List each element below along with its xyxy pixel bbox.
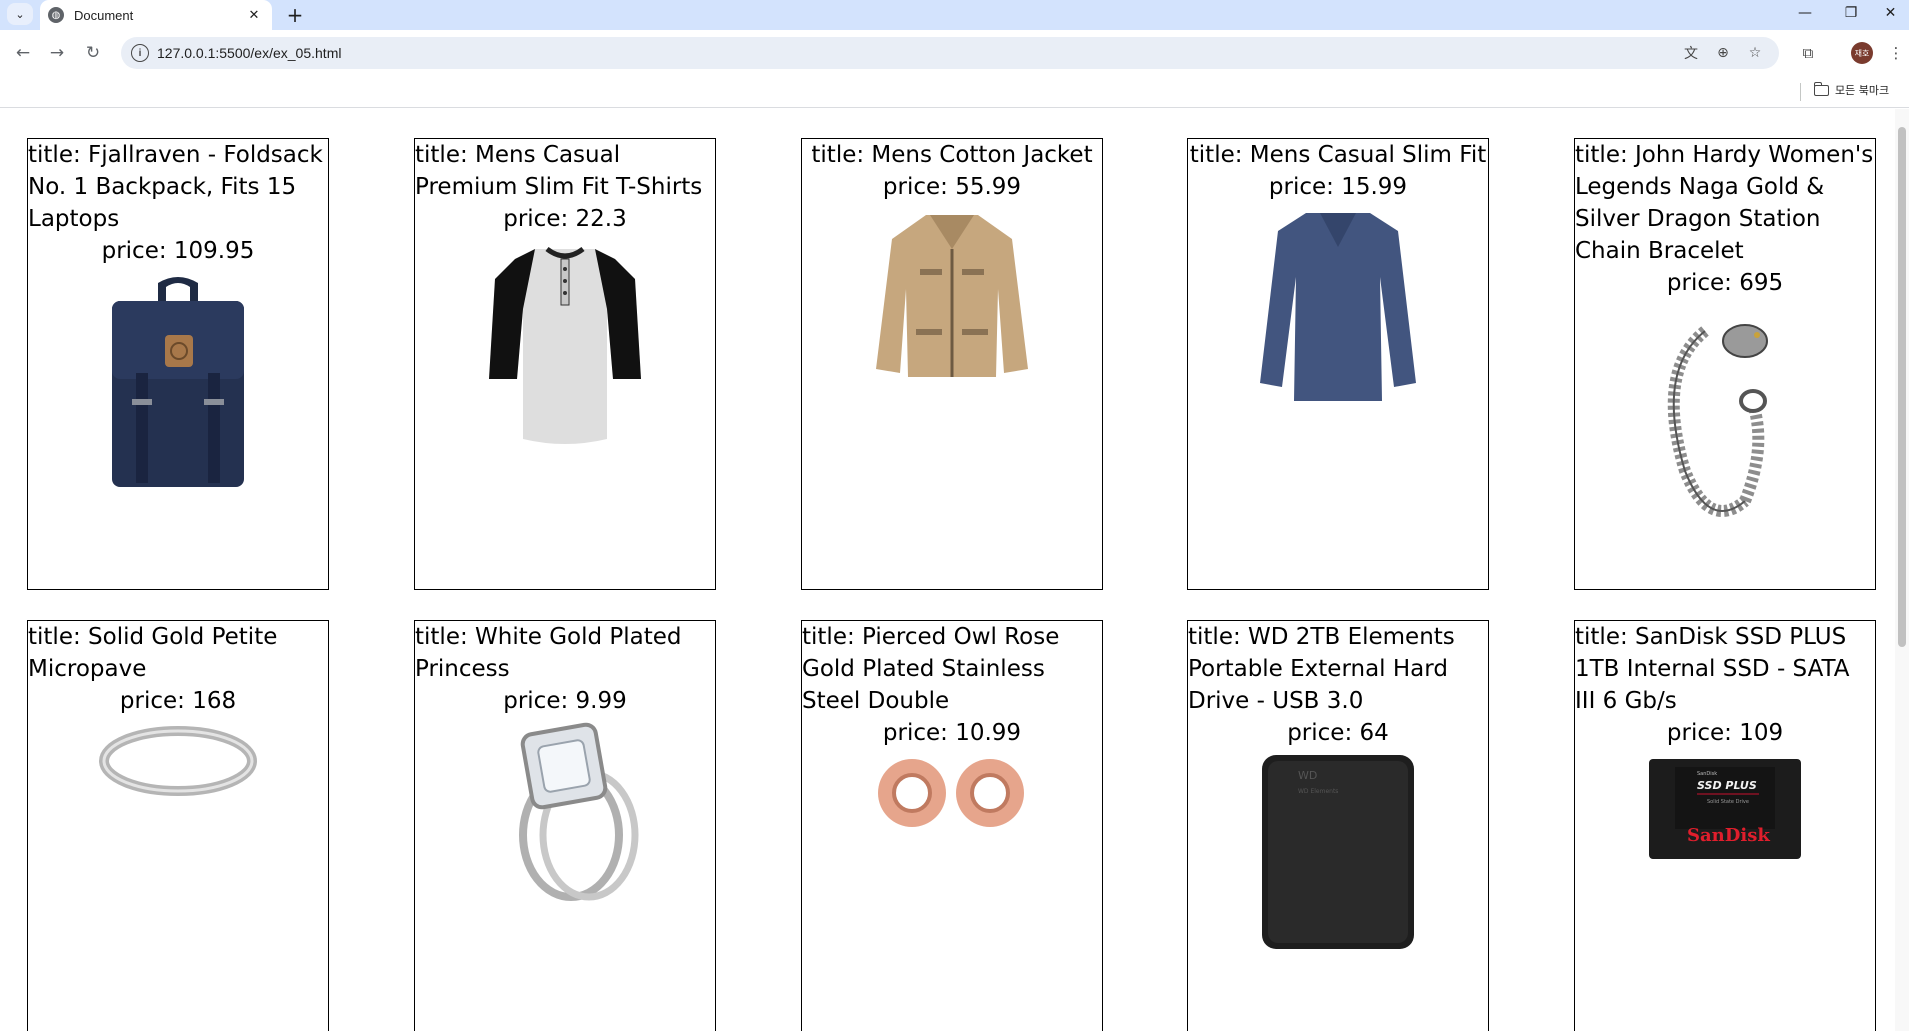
tab-title: Document: [74, 7, 134, 23]
product-price: price: 64: [1287, 720, 1389, 746]
extensions-icon[interactable]: ⧉: [1797, 42, 1819, 64]
site-info-icon[interactable]: i: [131, 44, 149, 62]
arrow-left-icon: ←: [15, 43, 31, 63]
product-card: title: Mens Casual Premium Slim Fit T-Sh…: [414, 138, 716, 590]
page-viewport: title: Fjallraven - Foldsack No. 1 Backp…: [0, 109, 1909, 1031]
product-price: price: 695: [1666, 270, 1784, 296]
product-title: title: Mens Casual Slim Fit: [1189, 142, 1487, 168]
chevron-down-icon: ⌄: [15, 7, 25, 21]
restore-icon: ❐: [1844, 5, 1858, 21]
url-text[interactable]: 127.0.0.1:5500/ex/ex_05.html: [157, 45, 341, 61]
arrow-right-icon: →: [49, 43, 65, 63]
ssd-label-brand-small: SanDisk: [1697, 771, 1717, 777]
product-title: title: Mens Cotton Jacket: [811, 142, 1093, 168]
ring-image: [98, 721, 258, 801]
product-card: title: White Gold Plated Princess price:…: [414, 620, 716, 1031]
all-bookmarks-button[interactable]: 모든 북마크: [1813, 81, 1890, 98]
product-card: title: Solid Gold Petite Micropave price…: [27, 620, 329, 1031]
plus-icon: +: [286, 3, 304, 27]
bookmarks-bar: 모든 북마크: [0, 76, 1909, 108]
bookmark-star-icon[interactable]: ☆: [1745, 43, 1765, 63]
product-title: title: Fjallraven - Foldsack No. 1 Backp…: [28, 142, 323, 232]
product-title: title: Solid Gold Petite Micropave: [28, 624, 278, 682]
close-icon: ✕: [1884, 5, 1897, 21]
product-title: title: Pierced Owl Rose Gold Plated Stai…: [802, 624, 1060, 714]
profile-avatar[interactable]: 재호: [1851, 42, 1873, 64]
new-tab-button[interactable]: +: [282, 2, 308, 28]
ssd-image: SanDisk SSD PLUS Solid State Drive SanDi…: [1645, 753, 1805, 865]
hdd-model-text: WD Elements: [1298, 788, 1338, 795]
product-price: price: 109: [1666, 720, 1784, 746]
vertical-scrollbar[interactable]: [1895, 109, 1909, 1031]
reload-icon: ↻: [85, 43, 101, 63]
translate-icon[interactable]: 文: [1681, 43, 1701, 63]
product-price: price: 109.95: [101, 238, 255, 264]
back-button[interactable]: ←: [11, 41, 35, 65]
product-card: title: Fjallraven - Foldsack No. 1 Backp…: [27, 138, 329, 590]
browser-toolbar: ← → ↻ i 127.0.0.1:5500/ex/ex_05.html 文 ⊕…: [0, 30, 1909, 76]
address-bar[interactable]: i 127.0.0.1:5500/ex/ex_05.html 文 ⊕ ☆: [121, 37, 1779, 69]
menu-icon[interactable]: ⋮: [1885, 42, 1907, 64]
longsleeve-image: [1258, 207, 1418, 407]
tab-search-button[interactable]: ⌄: [7, 3, 33, 25]
folder-icon: [1813, 81, 1829, 96]
scrollbar-thumb[interactable]: [1898, 127, 1906, 647]
backpack-image: [98, 273, 258, 493]
product-price: price: 10.99: [882, 720, 1022, 746]
product-card: title: Mens Casual Slim Fit price: 15.99: [1187, 138, 1489, 590]
product-card: title: SanDisk SSD PLUS 1TB Internal SSD…: [1574, 620, 1876, 1031]
product-title: title: White Gold Plated Princess: [415, 624, 682, 682]
minimize-button[interactable]: —: [1782, 0, 1828, 26]
product-title: title: Mens Casual Premium Slim Fit T-Sh…: [415, 142, 703, 200]
product-card: title: John Hardy Women's Legends Naga G…: [1574, 138, 1876, 590]
product-price: price: 55.99: [882, 174, 1022, 200]
ssd-label-logo: SanDisk: [1687, 825, 1770, 846]
product-price: price: 22.3: [503, 206, 627, 232]
globe-icon: ◍: [48, 7, 64, 23]
hard-drive-image: WD WD Elements: [1258, 749, 1418, 955]
all-bookmarks-label: 모든 북마크: [1835, 84, 1890, 97]
tab-document[interactable]: ◍ Document ✕: [40, 0, 272, 30]
close-window-button[interactable]: ✕: [1872, 0, 1909, 26]
reload-button[interactable]: ↻: [81, 41, 105, 65]
close-tab-icon[interactable]: ✕: [246, 8, 262, 23]
product-price: price: 168: [119, 688, 237, 714]
bracelet-image: [1645, 301, 1805, 526]
product-card: title: Mens Cotton Jacket price: 55.99: [801, 138, 1103, 590]
ssd-label-type: Solid State Drive: [1707, 799, 1749, 805]
product-title: title: SanDisk SSD PLUS 1TB Internal SSD…: [1575, 624, 1850, 714]
ssd-label-model: SSD PLUS: [1697, 779, 1757, 792]
product-card: title: Pierced Owl Rose Gold Plated Stai…: [801, 620, 1103, 1031]
product-title: title: WD 2TB Elements Portable External…: [1188, 624, 1455, 714]
product-price: price: 9.99: [503, 688, 627, 714]
forward-button[interactable]: →: [45, 41, 69, 65]
product-card: title: WD 2TB Elements Portable External…: [1187, 620, 1489, 1031]
tunnel-plugs-image: [872, 751, 1032, 835]
product-price: price: 15.99: [1268, 174, 1408, 200]
restore-button[interactable]: ❐: [1828, 0, 1874, 26]
zoom-icon[interactable]: ⊕: [1713, 43, 1733, 63]
bookmarks-divider: [1800, 83, 1801, 101]
minimize-icon: —: [1798, 5, 1812, 21]
product-title: title: John Hardy Women's Legends Naga G…: [1575, 142, 1874, 264]
profile-initials: 재호: [1854, 48, 1870, 58]
tab-strip: ⌄ ◍ Document ✕ + — ❐ ✕: [0, 0, 1909, 30]
diamond-ring-image: [485, 717, 645, 903]
tshirt-image: [485, 239, 645, 449]
jacket-image: [872, 209, 1032, 381]
hdd-logo-text: WD: [1298, 769, 1317, 782]
